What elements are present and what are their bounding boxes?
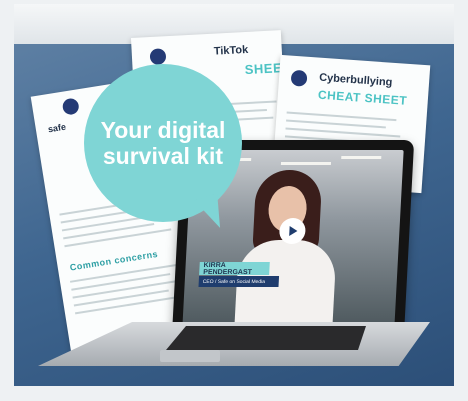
bubble-line-1: Your digital — [100, 117, 226, 143]
safety-sheet-heading: safe — [47, 121, 67, 135]
cyber-sheet-subtitle: CHEAT SHEET — [317, 87, 408, 108]
bubble-line-2: survival kit — [102, 143, 224, 169]
logo-badge-icon — [149, 48, 167, 66]
logo-badge-icon — [61, 97, 80, 116]
play-icon — [289, 226, 298, 236]
cyber-sheet-title: Cyberbullying — [318, 71, 393, 89]
laptop-keyboard — [166, 326, 366, 350]
presenter-role: CEO / Safe on Social Media — [198, 276, 280, 287]
tiktok-sheet-title: TikTok — [213, 43, 249, 58]
logo-badge-icon — [290, 69, 308, 87]
presenter-name: KIRRA PENDERGAST — [199, 262, 270, 276]
laptop-trackpad — [160, 350, 220, 362]
